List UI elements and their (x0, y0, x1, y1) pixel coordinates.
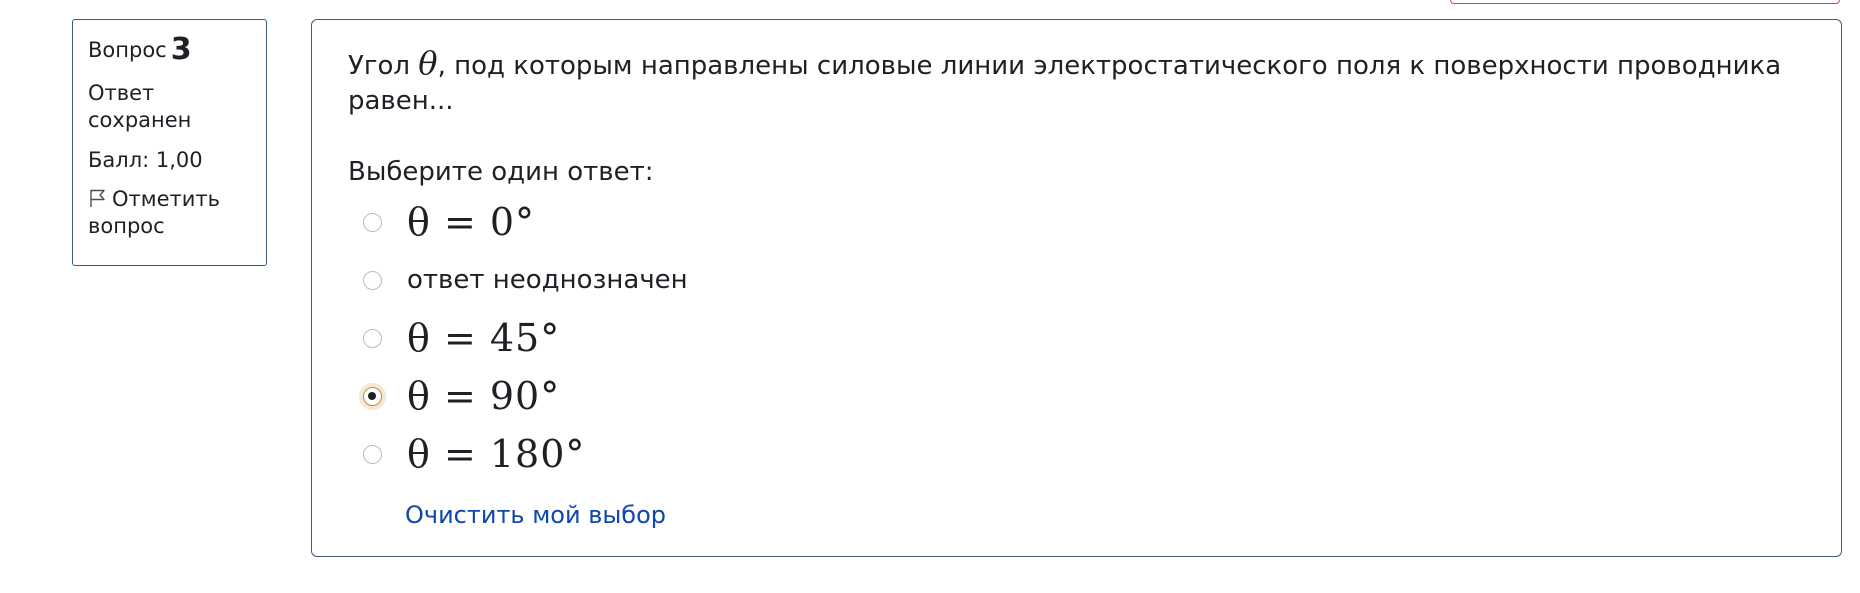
answer-option[interactable]: θ = 0° (348, 193, 1805, 251)
answer-label: θ = 0° (407, 200, 536, 244)
answer-label: θ = 45° (407, 316, 561, 360)
radio-button-selected[interactable] (363, 386, 382, 406)
answer-label: ответ неоднозначен (407, 265, 688, 295)
theta-symbol: θ (418, 44, 438, 82)
question-text: Угол θ, под которым направлены силовые л… (348, 46, 1788, 119)
answer-label: θ = 90° (407, 374, 561, 418)
top-strip (1450, 0, 1840, 4)
answer-list: θ = 0° ответ неоднозначен θ = 45° θ = 90… (348, 193, 1805, 483)
answer-prompt: Выберите один ответ: (348, 157, 654, 187)
question-header: Вопрос 3 (88, 32, 251, 67)
question-panel: Угол θ, под которым направлены силовые л… (311, 19, 1842, 557)
answer-option[interactable]: θ = 180° (348, 425, 1805, 483)
radio-button[interactable] (363, 444, 382, 464)
answer-option[interactable]: ответ неоднозначен (348, 251, 1805, 309)
answer-option[interactable]: θ = 90° (348, 367, 1805, 425)
flag-icon (88, 188, 108, 208)
question-label: Вопрос (88, 38, 167, 62)
score: Балл: 1,00 (88, 148, 203, 172)
question-info-panel: Вопрос 3 Ответ сохранен Балл: 1,00 Отмети… (72, 19, 267, 266)
radio-button[interactable] (363, 270, 382, 290)
question-text-end: , под которым направлены силовые линии э… (348, 51, 1782, 116)
question-number: 3 (170, 32, 192, 67)
question-text-start: Угол (348, 51, 419, 81)
clear-choice-link[interactable]: Очистить мой выбор (405, 501, 1805, 529)
radio-button[interactable] (363, 328, 382, 348)
answer-option[interactable]: θ = 45° (348, 309, 1805, 367)
radio-button[interactable] (363, 212, 382, 232)
answer-label: θ = 180° (407, 432, 586, 476)
flag-question-link[interactable]: Отметить вопрос (88, 186, 251, 240)
answer-status: Ответ сохранен (88, 81, 192, 132)
